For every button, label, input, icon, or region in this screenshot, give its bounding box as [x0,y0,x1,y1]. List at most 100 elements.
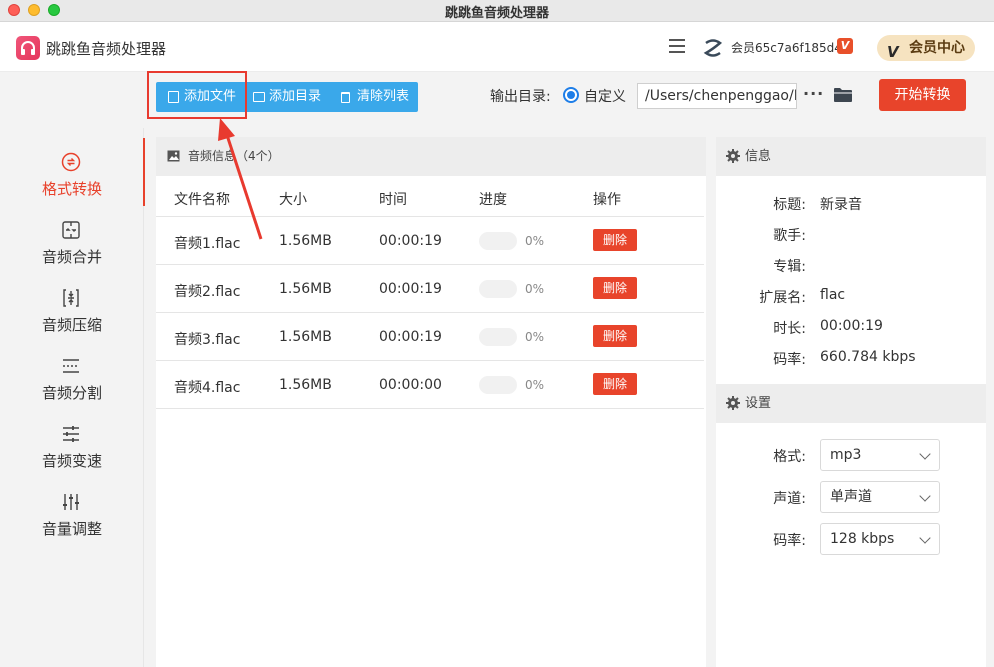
user-avatar-icon[interactable] [702,37,724,59]
vip-crown-icon: V [887,43,899,61]
file-size: 1.56MB [279,233,332,249]
col-header-action: 操作 [593,192,621,208]
member-center-label: 会员中心 [909,40,965,56]
user-id[interactable]: 会员65c7a6f185d4 [731,39,842,56]
sidebar-item-label: 格式转换 [41,180,102,198]
info-key: 扩展名: [759,290,806,306]
table-row[interactable]: 音频3.flac 1.56MB 00:00:19 0% 删除 [156,313,704,361]
file-list-header: 音频信息（4个） [156,137,706,176]
info-panel: 信息 标题: 新录音 歌手: 专辑: 扩展名: flac 时长: 00:00:1… [716,137,986,667]
convert-icon [61,152,81,172]
app-logo-icon [16,36,40,60]
file-name: 音频1.flac [174,236,241,252]
clear-list-button[interactable]: 清除列表 [341,82,409,112]
progress-text: 0% [525,234,545,248]
progress-text: 0% [525,282,545,296]
info-key: 标题: [773,197,806,213]
settings-key: 格式: [773,449,806,465]
compress-icon [63,289,79,307]
sidebar-item-audio-split[interactable]: 音频分割 [0,342,144,410]
image-icon [167,150,180,162]
progress-bar [479,376,517,394]
chevron-down-icon [919,448,931,460]
col-header-name: 文件名称 [174,192,230,208]
output-dir-label: 输出目录: [490,89,551,105]
sidebar-item-audio-merge[interactable]: 音频合并 [0,206,144,274]
progress-bar [479,328,517,346]
volume-icon [63,494,79,510]
custom-dir-radio[interactable] [563,87,579,103]
progress-bar [479,280,517,298]
annotation-highlight-box [147,71,247,119]
info-value: 00:00:19 [820,318,883,334]
table-row[interactable]: 音频2.flac 1.56MB 00:00:19 0% 删除 [156,265,704,313]
file-size: 1.56MB [279,377,332,393]
progress-bar [479,232,517,250]
file-size: 1.56MB [279,329,332,345]
window-title: 跳跳鱼音频处理器 [444,6,549,21]
sidebar-nav: 格式转换 音频合并 音频压缩 音频分割 音频变速 音量调整 [0,128,145,667]
delete-button[interactable]: 删除 [593,229,637,251]
hamburger-menu-icon[interactable] [669,39,685,53]
vip-badge-icon: V [837,38,853,54]
bitrate-select[interactable]: 128 kbps [820,523,940,555]
file-time: 00:00:19 [379,329,442,345]
app-name: 跳跳鱼音频处理器 [46,40,167,58]
gear-icon [726,396,740,410]
delete-button[interactable]: 删除 [593,373,637,395]
custom-dir-label[interactable]: 自定义 [584,86,626,106]
folder-outline-icon [253,92,265,102]
sidebar-item-label: 音量调整 [41,520,102,538]
format-select-value: mp3 [830,447,862,463]
file-time: 00:00:19 [379,281,442,297]
info-key: 码率: [773,352,806,368]
col-header-progress: 进度 [479,192,507,208]
file-count: （4个） [236,149,280,163]
delete-button[interactable]: 删除 [593,325,637,347]
speed-icon [63,426,79,442]
progress-text: 0% [525,330,545,344]
settings-key: 码率: [773,533,806,549]
info-key: 专辑: [773,259,806,275]
add-directory-button[interactable]: 添加目录 [253,82,321,112]
sidebar-item-volume-adjust[interactable]: 音量调整 [0,478,144,546]
info-value: 660.784 kbps [820,349,916,365]
info-value: flac [820,287,846,303]
sidebar-item-label: 音频分割 [41,384,102,402]
start-convert-button[interactable]: 开始转换 [879,79,966,111]
sidebar-item-label: 音频压缩 [41,316,102,334]
clear-list-label: 清除列表 [357,89,410,104]
browse-more-button[interactable]: ··· [803,84,824,103]
file-time: 00:00:00 [379,377,442,393]
file-name: 音频2.flac [174,284,241,300]
sidebar-item-audio-compress[interactable]: 音频压缩 [0,274,144,342]
open-folder-icon[interactable] [833,86,853,104]
channel-select[interactable]: 单声道 [820,481,940,513]
app-header: 跳跳鱼音频处理器 会员65c7a6f185d4 V V 会员中心 [0,22,994,72]
info-key: 歌手: [773,228,806,244]
output-path-input[interactable]: /Users/chenpenggao/D [637,83,797,109]
file-name: 音频4.flac [174,380,241,396]
file-name: 音频3.flac [174,332,241,348]
chevron-down-icon [919,532,931,544]
table-row[interactable]: 音频4.flac 1.56MB 00:00:00 0% 删除 [156,361,704,409]
format-select[interactable]: mp3 [820,439,940,471]
info-title: 信息 [745,149,772,164]
info-key: 时长: [773,321,806,337]
settings-title: 设置 [745,396,772,411]
settings-key: 声道: [773,491,806,507]
col-header-time: 时间 [379,192,407,208]
sidebar-item-audio-speed[interactable]: 音频变速 [0,410,144,478]
table-header-row: 文件名称 大小 时间 进度 操作 [156,177,704,217]
table-row[interactable]: 音频1.flac 1.56MB 00:00:19 0% 删除 [156,217,704,265]
sidebar-item-format-convert[interactable]: 格式转换 [0,138,145,206]
delete-button[interactable]: 删除 [593,277,637,299]
progress-text: 0% [525,378,545,392]
file-size: 1.56MB [279,281,332,297]
member-center-button[interactable]: V 会员中心 [877,35,975,61]
file-list-title: 音频信息 [188,149,237,163]
chevron-down-icon [919,490,931,502]
info-header: 信息 [716,137,986,176]
file-list-panel: 音频信息（4个） 文件名称 大小 时间 进度 操作 音频1.flac 1.56M… [156,137,706,667]
info-value: 新录音 [820,197,862,213]
